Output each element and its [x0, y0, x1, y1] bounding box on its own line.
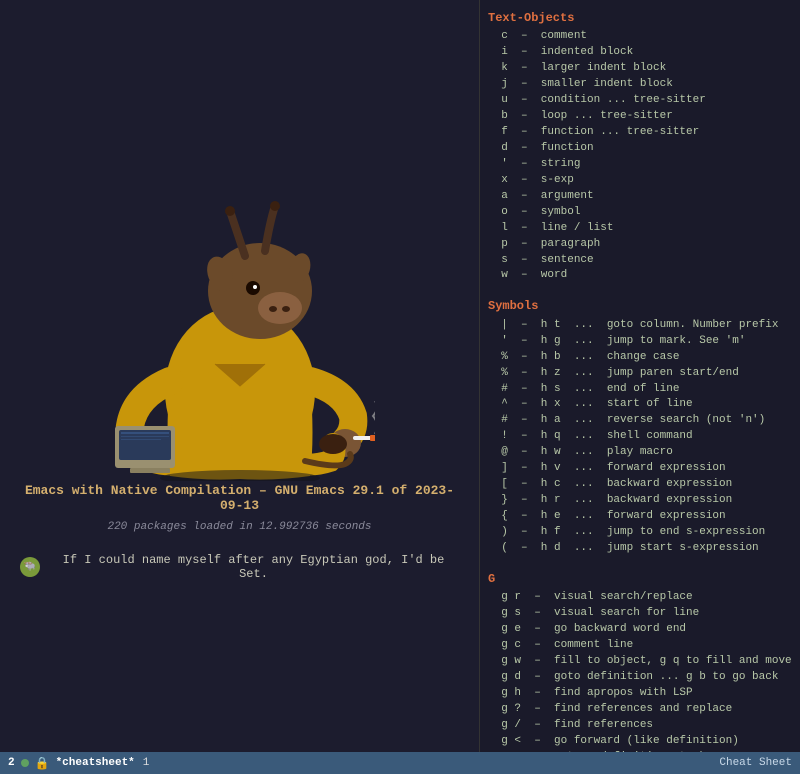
packages-subtitle: 220 packages loaded in 12.992736 seconds: [107, 521, 371, 533]
g-backward-word: g e – go backward word end: [488, 622, 792, 638]
sym-play-macro: @ – h w ... play macro: [488, 445, 792, 461]
sym-shell-cmd: ! – h q ... shell command: [488, 429, 792, 445]
item-condition: u – condition ... tree-sitter: [488, 93, 792, 109]
item-symbol: o – symbol: [488, 205, 792, 221]
item-function: d – function: [488, 141, 792, 157]
sym-forward-expr-e: { – h e ... forward expression: [488, 509, 792, 525]
sym-jump-start-sexp: ( – h d ... jump start s-expression: [488, 541, 792, 557]
status-number-left: 2: [8, 757, 15, 769]
right-panel: Text-Objects c – comment i – indented bl…: [480, 0, 800, 774]
g-visual-line: g s – visual search for line: [488, 606, 792, 622]
status-number-right: 1: [143, 757, 150, 769]
sym-reverse-search: # – h a ... reverse search (not 'n'): [488, 413, 792, 429]
symbols-items: | – h t ... goto column. Number prefix '…: [488, 318, 792, 557]
item-smaller-indent: j – smaller indent block: [488, 77, 792, 93]
g-visual-replace: g r – visual search/replace: [488, 590, 792, 606]
gnu-mascot-image: [100, 193, 380, 483]
item-word: w – word: [488, 268, 792, 284]
text-objects-items: c – comment i – indented block k – large…: [488, 29, 792, 284]
item-string: ' – string: [488, 157, 792, 173]
g-go-forward: g < – go forward (like definition): [488, 734, 792, 750]
status-right-label: Cheat Sheet: [719, 757, 792, 769]
g-find-refs: g / – find references: [488, 718, 792, 734]
g-goto-def: g d – goto definition ... g b to go back: [488, 670, 792, 686]
emacs-title: Emacs with Native Compilation – GNU Emac…: [20, 483, 459, 513]
item-indented: i – indented block: [488, 45, 792, 61]
item-line-list: l – line / list: [488, 221, 792, 237]
gnu-icon: 🐃: [20, 557, 40, 577]
sym-jump-mark: ' – h g ... jump to mark. See 'm': [488, 334, 792, 350]
item-sentence: s – sentence: [488, 253, 792, 269]
g-comment-line: g c – comment line: [488, 638, 792, 654]
section-title-g: G: [488, 571, 792, 588]
section-title-text-objects: Text-Objects: [488, 10, 792, 27]
sym-goto-col: | – h t ... goto column. Number prefix: [488, 318, 792, 334]
sym-start-line: ^ – h x ... start of line: [488, 397, 792, 413]
item-argument: a – argument: [488, 189, 792, 205]
item-larger-indent: k – larger indent block: [488, 61, 792, 77]
item-function-tree: f – function ... tree-sitter: [488, 125, 792, 141]
status-dot-indicator: [21, 759, 29, 767]
left-panel: Emacs with Native Compilation – GNU Emac…: [0, 0, 480, 774]
status-bar: 2 🔒 *cheatsheet* 1 Cheat Sheet: [0, 752, 800, 774]
quote-line: 🐃 If I could name myself after any Egypt…: [20, 553, 459, 581]
status-lock-icon: 🔒: [35, 756, 50, 771]
g-find-refs-replace: g ? – find references and replace: [488, 702, 792, 718]
sym-forward-expr: ] – h v ... forward expression: [488, 461, 792, 477]
g-fill-object: g w – fill to object, g q to fill and mo…: [488, 654, 792, 670]
status-filename: *cheatsheet*: [56, 757, 135, 769]
sym-backward-expr-c: [ – h c ... backward expression: [488, 477, 792, 493]
item-sexp: x – s-exp: [488, 173, 792, 189]
sym-jump-end-sexp: ) – h f ... jump to end s-expression: [488, 525, 792, 541]
item-loop: b – loop ... tree-sitter: [488, 109, 792, 125]
section-title-symbols: Symbols: [488, 298, 792, 315]
sym-end-line: # – h s ... end of line: [488, 382, 792, 398]
sym-backward-expr-r: } – h r ... backward expression: [488, 493, 792, 509]
sym-change-case: % – h b ... change case: [488, 350, 792, 366]
item-comment: c – comment: [488, 29, 792, 45]
g-find-apropos: g h – find apropos with LSP: [488, 686, 792, 702]
sym-jump-paren: % – h z ... jump paren start/end: [488, 366, 792, 382]
quote-text: If I could name myself after any Egyptia…: [48, 553, 459, 581]
item-paragraph: p – paragraph: [488, 237, 792, 253]
g-items: g r – visual search/replace g s – visual…: [488, 590, 792, 774]
